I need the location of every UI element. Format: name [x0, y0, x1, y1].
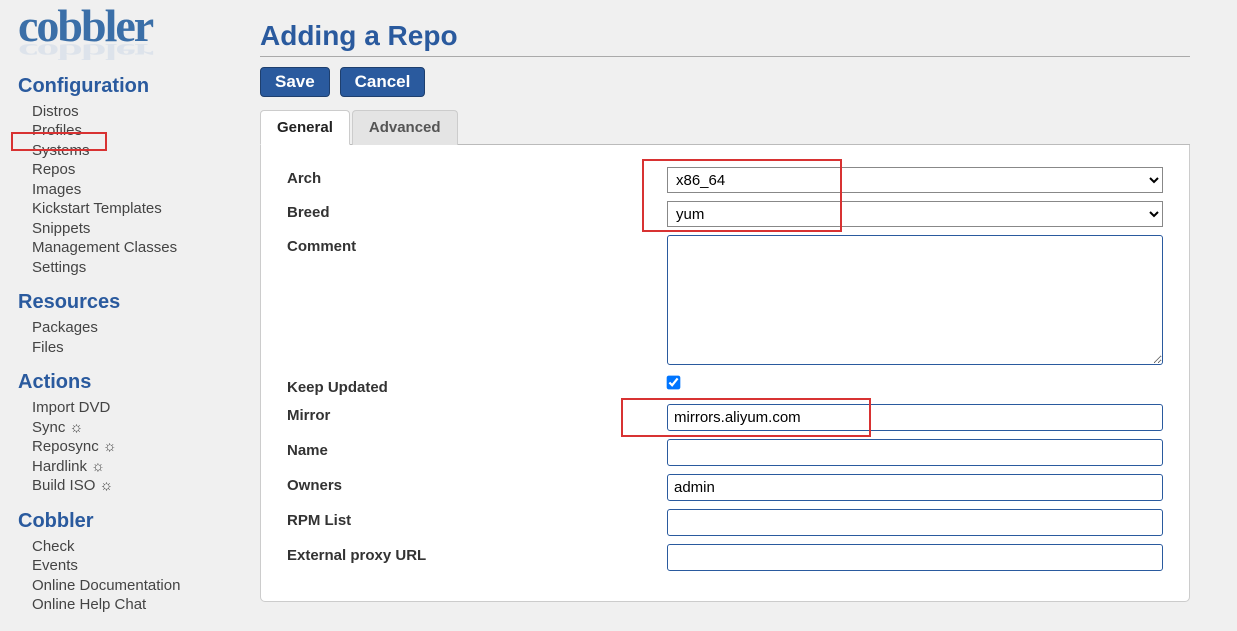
sidebar-item-import-dvd[interactable]: Import DVD	[32, 398, 250, 418]
sidebar-item-events[interactable]: Events	[32, 556, 250, 576]
label-keep-updated: Keep Updated	[287, 376, 667, 396]
label-breed: Breed	[287, 201, 667, 221]
label-comment: Comment	[287, 235, 667, 255]
sidebar-item-hardlink[interactable]: Hardlink ☼	[32, 457, 250, 477]
sidebar-item-sync[interactable]: Sync ☼	[32, 418, 250, 438]
sidebar-item-build-iso[interactable]: Build ISO ☼	[32, 476, 250, 496]
tabs: General Advanced	[260, 109, 1190, 145]
owners-input[interactable]	[667, 474, 1163, 501]
logo: cobbler cobbler	[18, 10, 250, 61]
label-mirror: Mirror	[287, 404, 667, 424]
nav-section-actions: Actions	[18, 371, 250, 394]
page-title: Adding a Repo	[260, 20, 1190, 52]
nav-section-cobbler: Cobbler	[18, 510, 250, 533]
sidebar-item-distros[interactable]: Distros	[32, 102, 250, 122]
sidebar-item-check[interactable]: Check	[32, 537, 250, 557]
label-proxy: External proxy URL	[287, 544, 667, 564]
save-button[interactable]: Save	[260, 67, 330, 97]
arch-select[interactable]: x86_64	[667, 167, 1163, 193]
sidebar-item-management-classes[interactable]: Management Classes	[32, 238, 250, 258]
form-panel: Arch x86_64 Breed yum Comment	[260, 145, 1190, 602]
sidebar-item-files[interactable]: Files	[32, 338, 250, 358]
sidebar: cobbler cobbler Configuration Distros Pr…	[0, 0, 260, 625]
sidebar-item-profiles[interactable]: Profiles	[32, 121, 250, 141]
mirror-input[interactable]	[667, 404, 1163, 431]
label-arch: Arch	[287, 167, 667, 187]
sidebar-item-online-documentation[interactable]: Online Documentation	[32, 576, 250, 596]
keep-updated-checkbox[interactable]	[667, 376, 681, 390]
label-name: Name	[287, 439, 667, 459]
tab-advanced[interactable]: Advanced	[352, 110, 458, 145]
sidebar-item-snippets[interactable]: Snippets	[32, 219, 250, 239]
rpm-list-input[interactable]	[667, 509, 1163, 536]
tab-general[interactable]: General	[260, 110, 350, 145]
divider	[260, 56, 1190, 57]
label-owners: Owners	[287, 474, 667, 494]
name-input[interactable]	[667, 439, 1163, 466]
sidebar-item-images[interactable]: Images	[32, 180, 250, 200]
main-content: Adding a Repo Save Cancel General Advanc…	[260, 0, 1220, 625]
cancel-button[interactable]: Cancel	[340, 67, 426, 97]
label-rpm-list: RPM List	[287, 509, 667, 529]
comment-textarea[interactable]	[667, 235, 1163, 365]
proxy-input[interactable]	[667, 544, 1163, 571]
sidebar-item-packages[interactable]: Packages	[32, 318, 250, 338]
sidebar-item-repos[interactable]: Repos	[32, 160, 250, 180]
nav-section-resources: Resources	[18, 291, 250, 314]
nav-section-configuration: Configuration	[18, 75, 250, 98]
breed-select[interactable]: yum	[667, 201, 1163, 227]
sidebar-item-kickstart-templates[interactable]: Kickstart Templates	[32, 199, 250, 219]
sidebar-item-online-help-chat[interactable]: Online Help Chat	[32, 595, 250, 615]
sidebar-item-settings[interactable]: Settings	[32, 258, 250, 278]
sidebar-item-systems[interactable]: Systems	[32, 141, 250, 161]
sidebar-item-reposync[interactable]: Reposync ☼	[32, 437, 250, 457]
